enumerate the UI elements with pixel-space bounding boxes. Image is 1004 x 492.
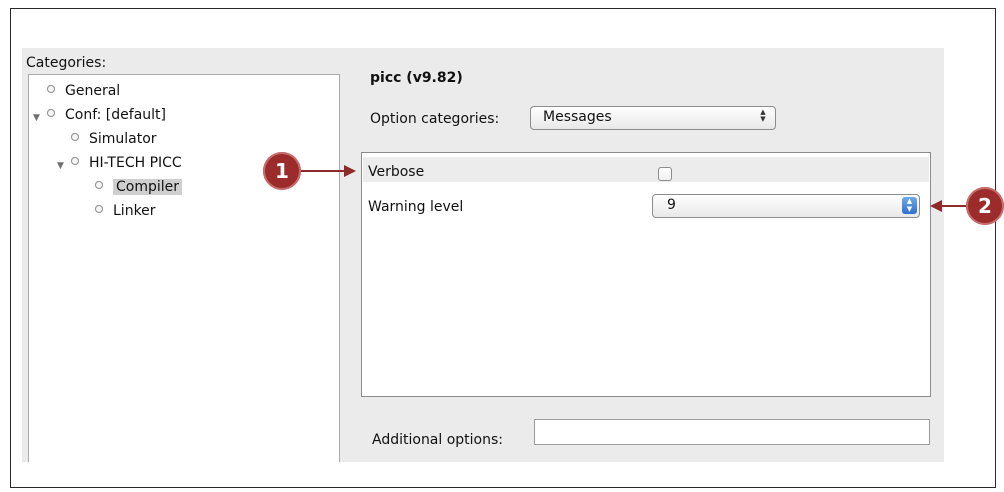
- bullet-icon: [71, 157, 79, 165]
- stepper-icon: ▲ ▼: [902, 197, 917, 214]
- tree-item-label: Conf: [default]: [65, 107, 166, 123]
- categories-label: Categories:: [26, 55, 107, 71]
- verbose-row: [363, 157, 929, 182]
- arrow-head-icon: [344, 165, 356, 177]
- arrow-head-icon: [930, 200, 942, 212]
- option-categories-label: Option categories:: [370, 111, 500, 127]
- tree-item-label: Linker: [113, 203, 156, 219]
- tree-item-simulator[interactable]: Simulator: [71, 129, 157, 149]
- tree-item-label: Simulator: [89, 131, 157, 147]
- warning-level-value: 9: [667, 197, 676, 213]
- verbose-label: Verbose: [368, 164, 425, 180]
- tree-item-hitech-picc[interactable]: HI-TECH PICC: [71, 153, 182, 173]
- callout-badge-1: 1: [263, 152, 301, 190]
- tree-item-label: General: [65, 83, 121, 99]
- tool-title: picc (v9.82): [370, 70, 463, 86]
- tree-item-label: HI-TECH PICC: [89, 155, 182, 171]
- additional-options-label: Additional options:: [372, 432, 504, 448]
- expand-triangle-icon[interactable]: ▼: [57, 161, 64, 171]
- option-categories-value: Messages: [543, 109, 612, 125]
- stepper-icon: ▲ ▼: [760, 108, 766, 123]
- expand-triangle-icon[interactable]: ▼: [33, 113, 40, 123]
- option-categories-select[interactable]: Messages ▲ ▼: [530, 106, 776, 130]
- bullet-icon: [47, 109, 55, 117]
- tree-item-linker[interactable]: Linker: [95, 201, 156, 221]
- warning-level-select[interactable]: 9 ▲ ▼: [652, 194, 920, 218]
- bullet-icon: [95, 181, 103, 189]
- bullet-icon: [47, 85, 55, 93]
- callout-arrow-1: [301, 170, 345, 172]
- tree-item-label: Compiler: [113, 179, 183, 195]
- tree-item-general[interactable]: General: [47, 81, 120, 101]
- options-panel: Verbose Warning level 9 ▲ ▼: [361, 152, 931, 397]
- additional-options-input[interactable]: [534, 419, 930, 445]
- callout-badge-2: 2: [966, 187, 1004, 225]
- bullet-icon: [95, 205, 103, 213]
- bullet-icon: [71, 133, 79, 141]
- tree-item-compiler[interactable]: Compiler: [95, 177, 183, 197]
- categories-tree[interactable]: General ▼ Conf: [default] Simulator ▼ HI…: [28, 74, 340, 462]
- verbose-checkbox[interactable]: [658, 167, 672, 181]
- warning-level-label: Warning level: [368, 199, 464, 215]
- tree-item-conf[interactable]: Conf: [default]: [47, 105, 166, 125]
